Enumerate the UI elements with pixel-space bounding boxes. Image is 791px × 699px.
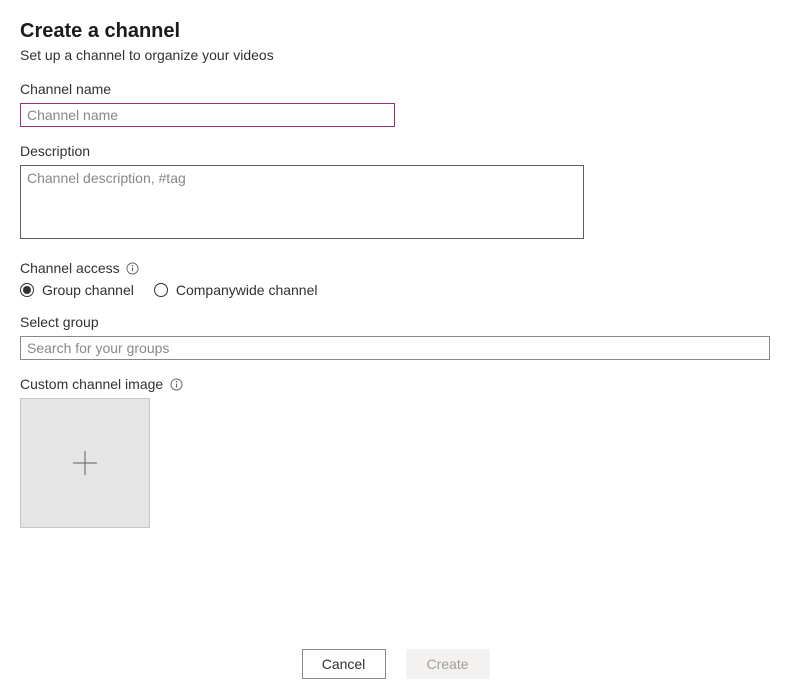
button-row: Cancel Create bbox=[0, 649, 791, 679]
channel-access-radio-group: Group channel Companywide channel bbox=[20, 282, 771, 298]
description-field: Description bbox=[20, 143, 771, 244]
info-icon[interactable] bbox=[126, 261, 140, 275]
cancel-button[interactable]: Cancel bbox=[302, 649, 386, 679]
radio-circle-companywide bbox=[154, 283, 168, 297]
radio-label-companywide: Companywide channel bbox=[176, 282, 318, 298]
custom-image-label-row: Custom channel image bbox=[20, 376, 771, 392]
custom-image-field: Custom channel image bbox=[20, 376, 771, 528]
channel-name-label: Channel name bbox=[20, 81, 771, 97]
page-subtitle: Set up a channel to organize your videos bbox=[20, 47, 771, 63]
select-group-input[interactable] bbox=[20, 336, 770, 360]
channel-access-label-row: Channel access bbox=[20, 260, 771, 276]
custom-image-label: Custom channel image bbox=[20, 376, 163, 392]
channel-access-label: Channel access bbox=[20, 260, 120, 276]
description-label: Description bbox=[20, 143, 771, 159]
image-upload-box[interactable] bbox=[20, 398, 150, 528]
select-group-field: Select group bbox=[20, 314, 771, 360]
page-title: Create a channel bbox=[20, 20, 771, 43]
radio-group-channel[interactable]: Group channel bbox=[20, 282, 134, 298]
radio-label-group: Group channel bbox=[42, 282, 134, 298]
description-input[interactable] bbox=[20, 165, 584, 239]
select-group-label: Select group bbox=[20, 314, 771, 330]
plus-icon bbox=[71, 449, 99, 477]
radio-circle-group bbox=[20, 283, 34, 297]
radio-companywide-channel[interactable]: Companywide channel bbox=[154, 282, 318, 298]
channel-access-field: Channel access Group channel Companywide… bbox=[20, 260, 771, 298]
channel-name-input[interactable] bbox=[20, 103, 395, 127]
create-button: Create bbox=[406, 649, 490, 679]
channel-name-field: Channel name bbox=[20, 81, 771, 127]
info-icon[interactable] bbox=[169, 377, 183, 391]
